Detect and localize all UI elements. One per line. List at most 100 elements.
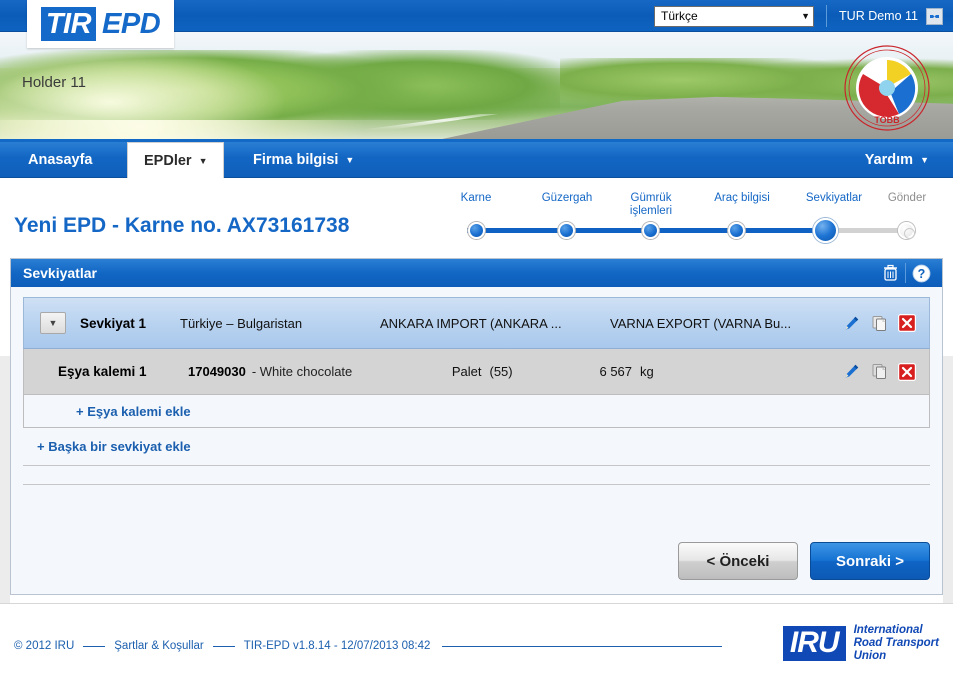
chevron-down-icon: ▼	[345, 155, 355, 165]
main-navigation: Anasayfa EPDler ▼ Firma bilgisi ▼ Yardım…	[0, 142, 953, 179]
nav-item-anasayfa[interactable]: Anasayfa	[12, 142, 108, 178]
current-user-label: TUR Demo 11	[839, 9, 918, 23]
goods-item-package-type: Palet	[451, 364, 482, 379]
goods-item-row[interactable]: Eşya kalemi 1 17049030 - White chocolate…	[23, 349, 930, 395]
step-dot-gonder	[898, 222, 915, 239]
footer-version: TIR-EPD v1.8.14 - 12/07/2013 08:42	[243, 640, 431, 652]
pencil-icon	[845, 316, 858, 330]
add-shipment-row: + Başka bir sevkiyat ekle	[23, 428, 930, 466]
shipment-expand-button[interactable]: ▼	[40, 312, 66, 334]
language-select-value: Türkçe	[661, 9, 698, 23]
iru-line-1: International	[853, 624, 923, 636]
shipment-office-to: VARNA EXPORT (VARNA Bu...	[610, 315, 792, 331]
nav-item-firma-bilgisi[interactable]: Firma bilgisi ▼	[237, 142, 370, 178]
shipments-panel-header: Sevkiyatlar ?	[11, 259, 942, 287]
shipment-office-from: ANKARA IMPORT (ANKARA ...	[380, 315, 562, 331]
help-icon: ?	[912, 264, 930, 282]
shipment-row-actions	[841, 313, 921, 333]
shipment-row[interactable]: ▼ Sevkiyat 1 Türkiye – Bulgaristan ANKAR…	[23, 297, 930, 349]
wizard-stepper: Karne Güzergah Gümrük işlemleri Araç bil…	[440, 184, 940, 243]
copy-icon	[872, 364, 886, 379]
copy-icon	[872, 315, 886, 331]
footer-rule	[442, 645, 723, 647]
shipment-name: Sevkiyat 1	[80, 315, 147, 331]
goods-item-row-actions	[841, 362, 921, 382]
shipments-panel-body: ▼ Sevkiyat 1 Türkiye – Bulgaristan ANKAR…	[11, 287, 942, 485]
wizard-button-row: < Önceki Sonraki >	[678, 542, 930, 580]
panel-help-button[interactable]: ?	[906, 259, 936, 287]
language-select[interactable]: Türkçe ▼	[654, 5, 815, 27]
footer-separator	[83, 645, 106, 647]
step-label-karne[interactable]: Karne	[440, 192, 512, 205]
svg-text:?: ?	[917, 267, 925, 281]
chevron-down-icon: ▼	[920, 155, 929, 165]
previous-button[interactable]: < Önceki	[678, 542, 798, 580]
step-dot-sevkiyatlar[interactable]	[813, 218, 838, 243]
tobb-seal-logo: TOBB	[843, 44, 931, 132]
step-label-gumruk[interactable]: Gümrük işlemleri	[609, 192, 693, 217]
step-dot-arac-bilgisi[interactable]	[728, 222, 745, 239]
page-footer: © 2012 IRU Şartlar & Koşullar TIR-EPD v1…	[0, 603, 953, 674]
add-shipment-link[interactable]: + Başka bir sevkiyat ekle	[23, 439, 191, 454]
nav-item-firma-bilgisi-label: Firma bilgisi	[253, 152, 339, 168]
iru-logo-words: International Road Transport Union	[854, 624, 939, 663]
pencil-icon	[845, 364, 858, 378]
logout-icon	[930, 11, 939, 21]
logo-tir-text: TIR	[40, 7, 97, 41]
banner-sun-glow	[0, 52, 420, 139]
add-goods-item-link[interactable]: + Eşya kalemi ekle	[24, 404, 191, 419]
iru-line-2: Road Transport	[853, 637, 939, 649]
shipment-delete-button[interactable]	[897, 313, 917, 333]
nav-item-yardim[interactable]: Yardım ▼	[849, 142, 945, 178]
shipment-edit-button[interactable]	[841, 313, 861, 333]
goods-item-package-count: (55)	[489, 364, 513, 379]
nav-item-epdler-label: EPDler	[144, 153, 192, 169]
page-content: Yeni EPD - Karne no. AX73161738 Karne Gü…	[0, 178, 953, 674]
chevron-down-icon: ▼	[801, 11, 811, 21]
iru-logo-mark: IRU	[782, 626, 846, 661]
page-title: Yeni EPD - Karne no. AX73161738	[14, 214, 350, 237]
chevron-down-icon: ▼	[48, 318, 58, 328]
top-bar-right-group: Türkçe ▼ TUR Demo 11	[654, 0, 943, 32]
step-label-guzergah[interactable]: Güzergah	[524, 192, 610, 205]
footer-terms-link[interactable]: Şartlar & Koşullar	[114, 640, 203, 652]
goods-item-name: Eşya kalemi 1	[58, 364, 147, 379]
next-button[interactable]: Sonraki >	[810, 542, 930, 580]
step-label-arac-bilgisi[interactable]: Araç bilgisi	[696, 192, 788, 205]
iru-line-3: Union	[853, 650, 887, 662]
logout-button[interactable]	[926, 7, 943, 25]
step-label-sevkiyatlar[interactable]: Sevkiyatlar	[788, 192, 880, 205]
step-dot-guzergah[interactable]	[558, 222, 575, 239]
nav-item-yardim-label: Yardım	[864, 152, 914, 168]
goods-item-delete-button[interactable]	[897, 362, 917, 382]
shipment-route: Türkiye – Bulgaristan	[180, 315, 303, 331]
tobb-seal-text: TOBB	[874, 115, 900, 125]
app-logo[interactable]: TIR EPD	[27, 0, 174, 48]
application-window: Türkçe ▼ TUR Demo 11 TIR EPD Holder 11 T…	[0, 0, 953, 674]
nav-item-epdler[interactable]: EPDler ▼	[127, 142, 225, 179]
step-dot-gumruk[interactable]	[642, 222, 659, 239]
panel-tail-divider	[23, 484, 930, 485]
delete-icon	[898, 362, 916, 381]
shipment-copy-button[interactable]	[869, 313, 889, 333]
goods-item-code: 17049030	[188, 364, 246, 379]
goods-item-description: - White chocolate	[251, 364, 353, 379]
nav-item-anasayfa-label: Anasayfa	[28, 152, 93, 168]
step-dot-karne[interactable]	[468, 222, 485, 239]
add-goods-item-row: + Eşya kalemi ekle	[23, 395, 930, 428]
trash-icon	[883, 264, 897, 281]
shipments-panel-actions: ?	[875, 259, 936, 287]
panel-trash-button[interactable]	[875, 259, 905, 287]
holder-name-label: Holder 11	[22, 74, 86, 91]
chevron-down-icon: ▼	[198, 156, 208, 166]
hero-banner	[0, 32, 953, 139]
goods-item-edit-button[interactable]	[841, 362, 861, 382]
footer-text-group: © 2012 IRU Şartlar & Koşullar TIR-EPD v1…	[14, 640, 723, 652]
footer-separator	[212, 645, 235, 647]
goods-item-weight: 6 567	[599, 364, 633, 379]
logo-epd-text: EPD	[102, 8, 161, 40]
step-label-gonder: Gönder	[887, 192, 927, 204]
goods-item-copy-button[interactable]	[869, 362, 889, 382]
shipments-panel: Sevkiyatlar ? ▼ Sevkiyat 1 Türkiye – Bul…	[10, 258, 943, 595]
top-bar-divider	[826, 5, 828, 27]
